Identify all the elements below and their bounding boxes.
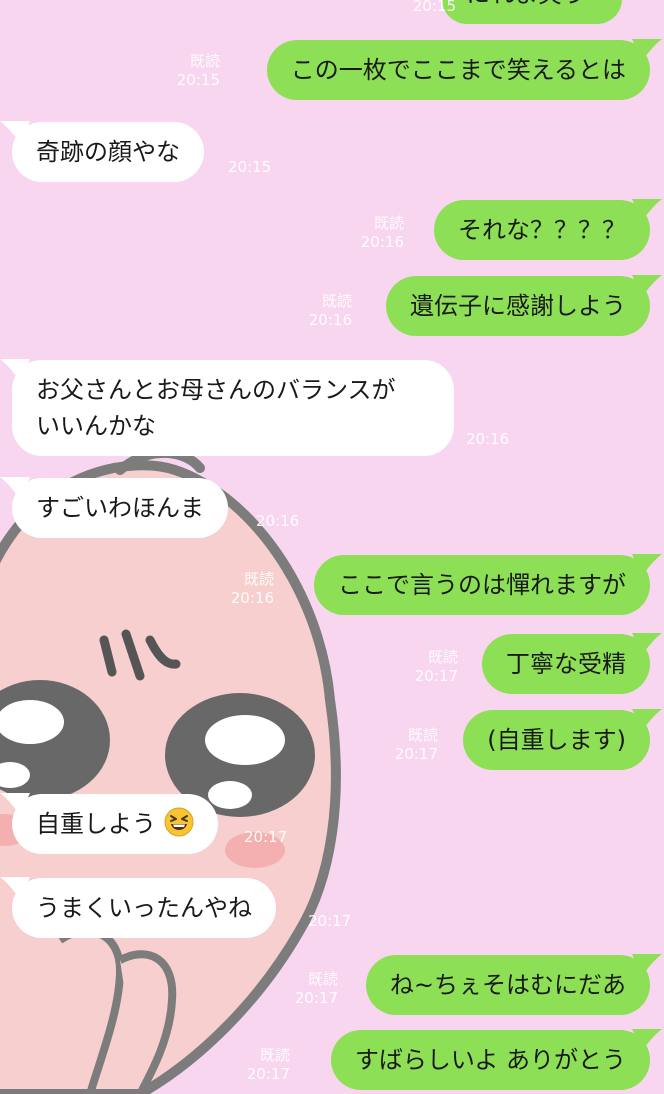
- message-time: 20:16: [230, 589, 274, 607]
- message-meta: 既読 20:15: [160, 52, 220, 90]
- message-text-line: いいんかな: [36, 412, 156, 440]
- message-text-line: お父さんとお母さんのバランスが: [36, 376, 396, 404]
- message-time-text: 20:16: [466, 430, 510, 448]
- message-text: 丁寧な受精: [506, 650, 626, 678]
- message-bubble-outgoing[interactable]: ここで言うのは憚れますが: [314, 554, 662, 615]
- message-text: うまくいったんやね: [36, 894, 252, 922]
- read-receipt: 既読: [373, 214, 404, 232]
- read-receipt: 既読: [189, 52, 220, 70]
- message-text: すごいわほんま: [36, 494, 204, 522]
- bubble-tail: [632, 275, 662, 297]
- bubble-tail: [632, 633, 662, 655]
- bubble-tail: [632, 954, 662, 976]
- bubble-tail: [632, 39, 662, 61]
- message-bubble-incoming[interactable]: 奇跡の顔やな: [0, 121, 204, 182]
- message-meta: 既読 20:17: [230, 1046, 290, 1084]
- message-text: (自重します): [487, 726, 626, 754]
- read-receipt: 既読: [243, 570, 274, 588]
- read-receipt: 既読: [307, 970, 338, 988]
- bubble-tail: [0, 877, 30, 899]
- message-time-text: 20:15: [412, 0, 456, 15]
- chat-thread[interactable]: にれま笑う 20:15 この一枚でここまで笑えるとは 既読 20:15 奇跡の顔…: [0, 0, 664, 1094]
- message-meta: 既読 20:16: [292, 292, 352, 330]
- message-bubble-incoming[interactable]: お父さんとお母さんのバランスが いいんかな: [0, 359, 454, 456]
- message-time: 20:16: [256, 512, 299, 531]
- message-bubble-incoming[interactable]: うまくいったんやね: [0, 877, 276, 938]
- message-time: 20:17: [294, 989, 338, 1007]
- message-text: 奇跡の顔やな: [36, 138, 180, 166]
- bubble-tail: [632, 709, 662, 731]
- read-receipt: 既読: [407, 726, 438, 744]
- bubble-tail: [632, 1029, 662, 1051]
- message-time: 20:17: [394, 745, 438, 763]
- bubble-tail: [0, 121, 30, 143]
- message-time: 20:15: [176, 71, 220, 89]
- message-time-text: 20:17: [244, 828, 288, 846]
- message-time: 20:16: [360, 233, 404, 251]
- message-bubble-incoming[interactable]: すごいわほんま: [0, 477, 228, 538]
- message-bubble-outgoing[interactable]: にれま笑う: [442, 0, 622, 24]
- message-bubble-outgoing[interactable]: この一枚でここまで笑えるとは: [266, 39, 662, 100]
- message-time: 20:15: [228, 158, 271, 177]
- message-bubble-outgoing[interactable]: 丁寧な受精: [482, 633, 662, 694]
- message-time-text: 20:16: [256, 512, 300, 530]
- message-text: にれま笑う: [466, 0, 586, 8]
- message-text: ここで言うのは憚れますが: [338, 571, 626, 599]
- message-time-text: 20:15: [228, 158, 272, 176]
- bubble-tail: [0, 477, 30, 499]
- message-meta: 既読 20:17: [278, 970, 338, 1008]
- bubble-tail: [632, 554, 662, 576]
- read-receipt: 既読: [259, 1046, 290, 1064]
- message-bubble-outgoing[interactable]: (自重します): [463, 709, 662, 770]
- message-meta: 既読 20:16: [214, 570, 274, 608]
- message-time: 20:16: [308, 311, 352, 329]
- message-meta: 既読 20:17: [398, 648, 458, 686]
- message-text: 遺伝子に感謝しよう: [410, 292, 626, 320]
- message-time: 20:15: [396, 0, 456, 16]
- message-bubble-outgoing[interactable]: すばらしいよ ありがとう: [330, 1029, 662, 1090]
- message-text: ね~ちぇそはむにだあ: [389, 971, 626, 999]
- grinning-squinting-face-icon: [164, 807, 194, 837]
- message-bubble-outgoing[interactable]: ね~ちぇそはむにだあ: [365, 954, 662, 1015]
- read-receipt: 既読: [427, 648, 458, 666]
- message-bubble-outgoing[interactable]: 遺伝子に感謝しよう: [386, 275, 662, 336]
- message-text: すばらしいよ ありがとう: [354, 1046, 626, 1074]
- message-time: 20:17: [244, 828, 287, 847]
- message-time: 20:17: [308, 912, 351, 931]
- message-text: この一枚でここまで笑えるとは: [290, 56, 626, 84]
- message-time-text: 20:17: [308, 912, 352, 930]
- message-text: 自重しよう: [36, 810, 156, 838]
- message-meta: 既読 20:17: [378, 726, 438, 764]
- message-time: 20:16: [466, 430, 509, 449]
- message-time: 20:17: [246, 1065, 290, 1083]
- message-bubble-incoming[interactable]: 自重しよう: [0, 793, 218, 854]
- read-receipt: 既読: [321, 292, 352, 310]
- message-bubble-outgoing[interactable]: それな？？？？: [434, 199, 662, 260]
- bubble-tail: [0, 793, 30, 815]
- bubble-tail: [0, 359, 30, 381]
- message-time: 20:17: [414, 667, 458, 685]
- message-meta: 既読 20:16: [344, 214, 404, 252]
- bubble-tail: [632, 199, 662, 221]
- message-text: それな？？？？: [458, 216, 626, 244]
